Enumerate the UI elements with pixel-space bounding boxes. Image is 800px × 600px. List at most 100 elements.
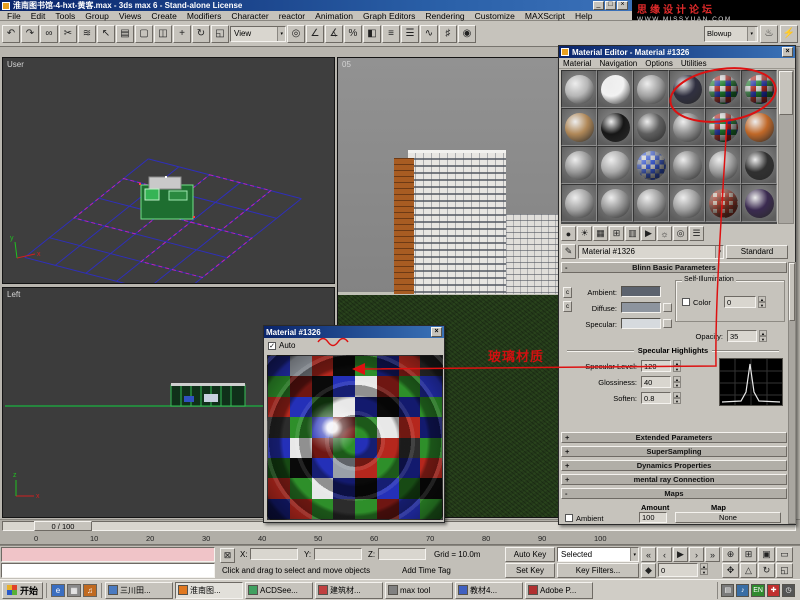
bind-spacewarp-icon[interactable]: ≋ [78, 25, 96, 43]
tray-volume-icon[interactable]: ♪ [736, 584, 749, 597]
taskbar-button[interactable]: max tool [385, 582, 453, 599]
select-link-icon[interactable]: ∞ [40, 25, 58, 43]
material-editor-titlebar[interactable]: Material Editor - Material #1326 [559, 46, 795, 58]
soften-spinner[interactable] [673, 392, 681, 404]
percent-snap-icon[interactable]: % [344, 25, 362, 43]
prev-frame-icon[interactable]: ‹ [657, 547, 672, 562]
rollout-supersampling[interactable]: SuperSampling [561, 446, 787, 457]
material-name-combo[interactable]: Material #1326 [578, 245, 724, 259]
rollout-blinn-basic[interactable]: Blinn Basic Parameters [561, 262, 787, 273]
arc-rotate-icon[interactable]: ↻ [758, 563, 775, 578]
material-editor-menu-item[interactable]: Navigation [595, 59, 641, 68]
material-sample-slot[interactable] [597, 184, 633, 222]
tray-shield-icon[interactable]: ✚ [767, 584, 780, 597]
material-editor-menu-item[interactable]: Material [559, 59, 595, 68]
slots-scrollbar[interactable] [778, 70, 794, 224]
close-button[interactable] [617, 1, 628, 10]
zoom-region-icon[interactable]: ▭ [776, 547, 793, 562]
background-icon[interactable]: ▦ [593, 226, 608, 241]
zoom-icon[interactable]: ⊕ [722, 547, 739, 562]
ref-coordinate-combo[interactable]: View [230, 26, 286, 42]
taskbar-button[interactable]: Adobe P... [525, 582, 593, 599]
preview-close-icon[interactable] [431, 327, 442, 337]
key-filters-button[interactable]: Key Filters... [557, 563, 639, 578]
maxscript-listener-white[interactable] [1, 563, 215, 578]
select-scale-icon[interactable]: ◱ [211, 25, 229, 43]
make-preview-icon[interactable]: ▶ [641, 226, 656, 241]
rollout-mental-ray[interactable]: mental ray Connection [561, 474, 787, 485]
menu-item[interactable]: Graph Editors [358, 11, 420, 21]
maxscript-listener-pink[interactable] [1, 547, 215, 562]
rollout-extended-parameters[interactable]: Extended Parameters [561, 432, 787, 443]
menu-item[interactable]: Tools [50, 11, 80, 21]
material-editor-icon[interactable]: ◉ [458, 25, 476, 43]
material-sample-slot[interactable] [597, 70, 633, 108]
self-illum-spinner[interactable] [758, 296, 766, 308]
glossiness-spinner[interactable] [673, 376, 681, 388]
selection-region-icon[interactable]: ▢ [135, 25, 153, 43]
time-slider-handle[interactable]: 0 / 100 [34, 521, 92, 531]
rollout-dynamics-properties[interactable]: Dynamics Properties [561, 460, 787, 471]
menu-item[interactable]: Views [114, 11, 147, 21]
select-rotate-icon[interactable]: ↻ [192, 25, 210, 43]
ambient-color-swatch[interactable] [621, 286, 661, 297]
crossing-toggle-icon[interactable]: ◫ [154, 25, 172, 43]
material-sample-slot[interactable] [705, 108, 741, 146]
user-viewport[interactable]: x y User [2, 57, 335, 284]
material-sample-slot[interactable] [597, 108, 633, 146]
material-sample-slot[interactable] [741, 108, 777, 146]
material-sample-slot[interactable] [741, 184, 777, 222]
material-sample-slot[interactable] [705, 146, 741, 184]
material-sample-slot[interactable] [633, 146, 669, 184]
material-navigator-icon[interactable]: ☰ [689, 226, 704, 241]
next-frame-icon[interactable]: › [689, 547, 704, 562]
mirror-icon[interactable]: ◧ [363, 25, 381, 43]
curve-editor-icon[interactable]: ∿ [420, 25, 438, 43]
go-end-icon[interactable]: » [705, 547, 720, 562]
taskbar-button[interactable]: 淮南图... [175, 582, 243, 599]
angle-snap-icon[interactable]: ∡ [325, 25, 343, 43]
menu-item[interactable]: Help [570, 11, 597, 21]
current-frame-spinner[interactable] [700, 563, 708, 575]
material-editor-close-icon[interactable] [782, 47, 793, 57]
ambient-map-amount-field[interactable]: 100 [639, 512, 667, 523]
menu-item[interactable]: Rendering [420, 11, 469, 21]
pick-material-icon[interactable]: ✎ [561, 244, 576, 259]
layers-icon[interactable]: ☰ [401, 25, 419, 43]
start-button[interactable]: 开始 [2, 582, 43, 599]
menu-item[interactable]: reactor [274, 11, 310, 21]
render-scene-icon[interactable]: ♨ [760, 25, 778, 43]
zoom-extents-icon[interactable]: ▣ [758, 547, 775, 562]
pan-icon[interactable]: ✥ [722, 563, 739, 578]
backlight-icon[interactable]: ☀ [577, 226, 592, 241]
menu-item[interactable]: Customize [470, 11, 520, 21]
specular-color-swatch[interactable] [621, 318, 661, 329]
specular-map-button[interactable] [663, 319, 672, 328]
tiling-icon[interactable]: ⊞ [609, 226, 624, 241]
material-editor-menu-item[interactable]: Utilities [677, 59, 711, 68]
key-mode-icon[interactable]: ◆ [641, 563, 656, 578]
go-start-icon[interactable]: « [641, 547, 656, 562]
menu-item[interactable]: Animation [310, 11, 358, 21]
set-key-button[interactable]: Set Key [505, 563, 555, 578]
material-sample-slot[interactable] [561, 146, 597, 184]
material-sample-slot[interactable] [561, 108, 597, 146]
use-center-icon[interactable]: ◎ [287, 25, 305, 43]
auto-key-button[interactable]: Auto Key [505, 547, 555, 562]
material-sample-slot[interactable] [741, 70, 777, 108]
ambient-map-button[interactable]: None [675, 512, 781, 523]
menu-item[interactable]: Create [146, 11, 182, 21]
selection-lock-icon[interactable]: ⊠ [220, 548, 235, 563]
sample-type-icon[interactable]: ● [561, 226, 576, 241]
quick-render-icon[interactable]: ⚡ [780, 25, 798, 43]
glossiness-field[interactable]: 40 [641, 376, 671, 388]
render-type-combo[interactable]: Blowup [704, 26, 758, 42]
ambient-map-checkbox[interactable] [565, 514, 573, 522]
add-time-tag[interactable]: Add Time Tag [402, 566, 451, 575]
align-icon[interactable]: ≡ [382, 25, 400, 43]
taskbar-button[interactable]: ACDSee... [245, 582, 313, 599]
diffuse-color-swatch[interactable] [621, 302, 661, 313]
undo-icon[interactable]: ↶ [2, 25, 20, 43]
material-editor-menu-item[interactable]: Options [641, 59, 677, 68]
menu-item[interactable]: Group [80, 11, 114, 21]
